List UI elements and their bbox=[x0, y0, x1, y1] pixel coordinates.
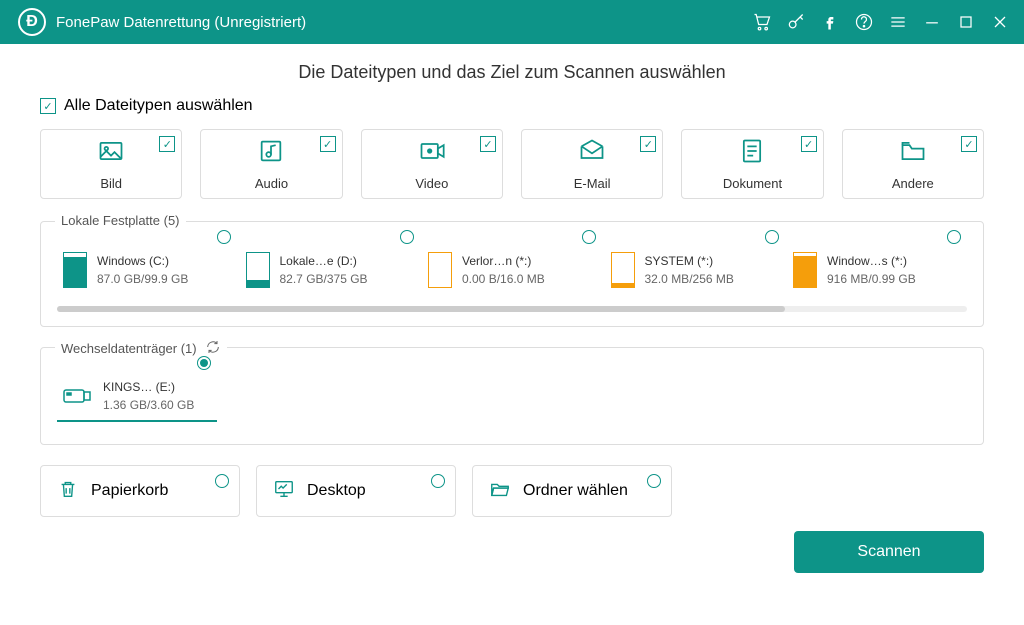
card-label: E-Mail bbox=[574, 176, 611, 191]
places-row: Papierkorb Desktop Ordner wählen bbox=[40, 465, 984, 517]
checkbox[interactable]: ✓ bbox=[159, 136, 175, 152]
audio-icon bbox=[257, 137, 285, 170]
drive-name: Windows (C:) bbox=[97, 252, 188, 270]
checkbox[interactable]: ✓ bbox=[320, 136, 336, 152]
local-drive[interactable]: Lokale…e (D:)82.7 GB/375 GB bbox=[240, 248, 420, 292]
app-title: FonePaw Datenrettung (Unregistriert) bbox=[56, 14, 306, 31]
filetype-card-video[interactable]: ✓ Video bbox=[361, 129, 503, 199]
select-all-label: Alle Dateitypen auswählen bbox=[64, 97, 253, 115]
local-drives-legend: Lokale Festplatte (5) bbox=[55, 213, 186, 228]
folder-icon bbox=[899, 137, 927, 170]
local-drive[interactable]: Verlor…n (*:)0.00 B/16.0 MB bbox=[422, 248, 602, 292]
drive-radio[interactable] bbox=[197, 356, 211, 370]
app-logo-icon: Ð bbox=[18, 8, 46, 36]
place-desktop[interactable]: Desktop bbox=[256, 465, 456, 517]
drive-size: 87.0 GB/99.9 GB bbox=[97, 270, 188, 288]
drive-name: Window…s (*:) bbox=[827, 252, 916, 270]
drive-radio[interactable] bbox=[582, 230, 596, 244]
checkbox[interactable]: ✓ bbox=[961, 136, 977, 152]
minimize-button[interactable] bbox=[916, 6, 948, 38]
removable-drive[interactable]: KINGS… (E:)1.36 GB/3.60 GB bbox=[57, 374, 217, 422]
drive-name: Verlor…n (*:) bbox=[462, 252, 545, 270]
local-drive[interactable]: SYSTEM (*:)32.0 MB/256 MB bbox=[605, 248, 785, 292]
page-title: Die Dateitypen und das Ziel zum Scannen … bbox=[40, 62, 984, 83]
local-drive[interactable]: Windows (C:)87.0 GB/99.9 GB bbox=[57, 248, 237, 292]
menu-icon[interactable] bbox=[882, 6, 914, 38]
checkbox[interactable]: ✓ bbox=[480, 136, 496, 152]
drive-name: SYSTEM (*:) bbox=[645, 252, 734, 270]
place-recyclebin[interactable]: Papierkorb bbox=[40, 465, 240, 517]
drive-size: 916 MB/0.99 GB bbox=[827, 270, 916, 288]
filetype-cards: ✓ Bild ✓ Audio ✓ Video ✓ E-Mail ✓ Dokument ✓ A… bbox=[40, 129, 984, 199]
drive-size: 1.36 GB/3.60 GB bbox=[103, 396, 194, 414]
cart-icon[interactable] bbox=[746, 6, 778, 38]
filetype-card-other[interactable]: ✓ Andere bbox=[842, 129, 984, 199]
card-label: Andere bbox=[892, 176, 934, 191]
drive-name: KINGS… (E:) bbox=[103, 378, 194, 396]
drive-icon bbox=[428, 252, 452, 288]
drive-radio[interactable] bbox=[217, 230, 231, 244]
drive-name: Lokale…e (D:) bbox=[280, 252, 368, 270]
refresh-icon[interactable] bbox=[205, 339, 221, 358]
help-icon[interactable] bbox=[848, 6, 880, 38]
drives-scrollbar[interactable] bbox=[57, 306, 967, 312]
trash-icon bbox=[57, 478, 79, 505]
local-drive[interactable]: Window…s (*:)916 MB/0.99 GB bbox=[787, 248, 967, 292]
filetype-card-image[interactable]: ✓ Bild bbox=[40, 129, 182, 199]
card-label: Dokument bbox=[723, 176, 782, 191]
place-label: Ordner wählen bbox=[523, 482, 628, 500]
video-icon bbox=[418, 137, 446, 170]
drive-radio[interactable] bbox=[947, 230, 961, 244]
checkbox[interactable]: ✓ bbox=[801, 136, 817, 152]
checkbox[interactable]: ✓ bbox=[640, 136, 656, 152]
card-label: Audio bbox=[255, 176, 288, 191]
removable-legend: Wechseldatenträger (1) bbox=[61, 341, 197, 356]
select-all-checkbox[interactable]: ✓ bbox=[40, 98, 56, 114]
drive-icon bbox=[63, 252, 87, 288]
drive-size: 0.00 B/16.0 MB bbox=[462, 270, 545, 288]
place-label: Papierkorb bbox=[91, 482, 168, 500]
drive-radio[interactable] bbox=[765, 230, 779, 244]
filetype-card-audio[interactable]: ✓ Audio bbox=[200, 129, 342, 199]
place-radio[interactable] bbox=[647, 474, 661, 488]
filetype-card-document[interactable]: ✓ Dokument bbox=[681, 129, 823, 199]
scan-button[interactable]: Scannen bbox=[794, 531, 984, 573]
close-button[interactable] bbox=[984, 6, 1016, 38]
drive-icon bbox=[793, 252, 817, 288]
image-icon bbox=[97, 137, 125, 170]
place-choose-folder[interactable]: Ordner wählen bbox=[472, 465, 672, 517]
place-radio[interactable] bbox=[431, 474, 445, 488]
drive-icon bbox=[246, 252, 270, 288]
usb-icon bbox=[63, 386, 93, 406]
drive-icon bbox=[611, 252, 635, 288]
facebook-icon[interactable] bbox=[814, 6, 846, 38]
card-label: Bild bbox=[100, 176, 122, 191]
local-drives-group: Lokale Festplatte (5) Windows (C:)87.0 G… bbox=[40, 221, 984, 327]
card-label: Video bbox=[415, 176, 448, 191]
place-radio[interactable] bbox=[215, 474, 229, 488]
key-icon[interactable] bbox=[780, 6, 812, 38]
select-all-row[interactable]: ✓ Alle Dateitypen auswählen bbox=[40, 97, 984, 115]
document-icon bbox=[738, 137, 766, 170]
titlebar: Ð FonePaw Datenrettung (Unregistriert) bbox=[0, 0, 1024, 44]
drive-size: 32.0 MB/256 MB bbox=[645, 270, 734, 288]
place-label: Desktop bbox=[307, 482, 366, 500]
filetype-card-email[interactable]: ✓ E-Mail bbox=[521, 129, 663, 199]
drive-radio[interactable] bbox=[400, 230, 414, 244]
desktop-icon bbox=[273, 478, 295, 505]
removable-drives-group: Wechseldatenträger (1) KINGS… (E:)1.36 G… bbox=[40, 347, 984, 445]
email-icon bbox=[578, 137, 606, 170]
maximize-button[interactable] bbox=[950, 6, 982, 38]
folder-open-icon bbox=[489, 478, 511, 505]
drive-size: 82.7 GB/375 GB bbox=[280, 270, 368, 288]
